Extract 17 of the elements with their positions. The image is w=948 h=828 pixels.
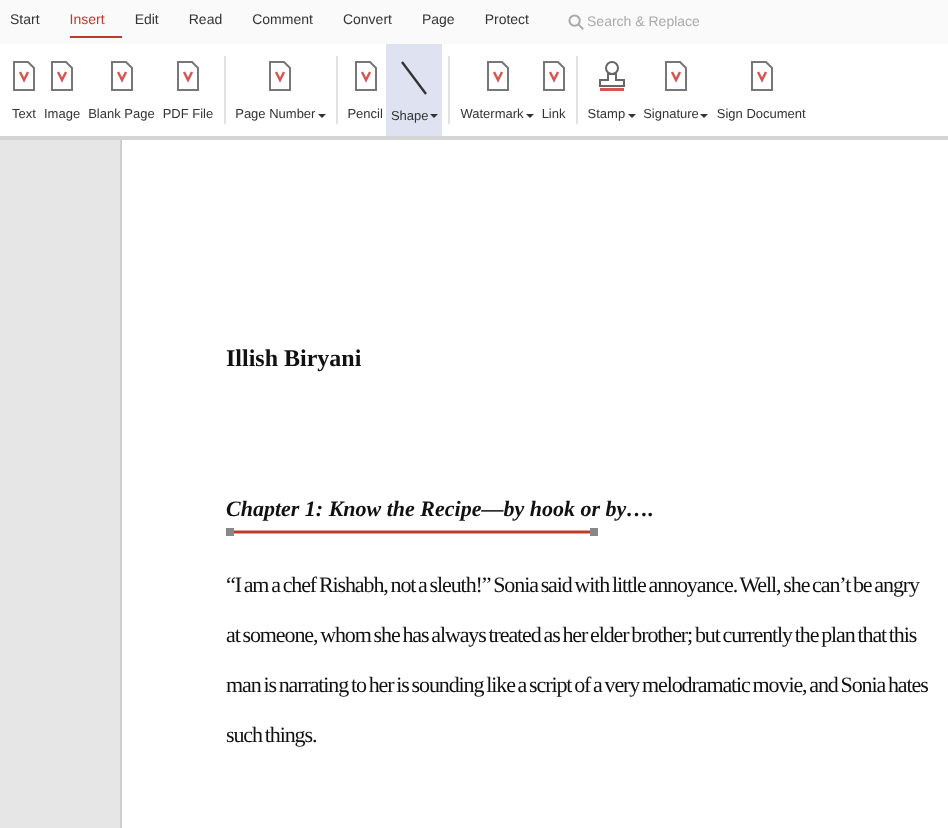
selected-line-shape[interactable] [226,526,598,538]
document-icon [485,60,509,92]
document-icon [268,60,293,92]
document-icon [749,60,774,92]
line-icon [400,59,429,95]
document-title: Illish Biryani [226,344,364,374]
chapter-heading: Chapter 1: Know the Recipe—by hook or by…. [226,498,654,522]
document-icon [663,60,688,92]
document-icon [109,60,134,92]
document-icon [353,60,378,92]
document-icon [50,60,75,92]
body-paragraph: “I am a chef Rishabh, not a sleuth!” Sonia said with little annoyance. Well, she can’t be angry at someone, whom she has always treated as her elder brother; but currently the plan that this man is narrating to her is sounding like a script of a very melodramatic movie, and Sonia hates such things. [226,572,928,752]
search-icon [567,14,584,30]
document-icon [12,60,36,92]
document-icon [175,60,200,92]
document-icon [541,60,566,92]
stamp-icon [597,60,626,92]
